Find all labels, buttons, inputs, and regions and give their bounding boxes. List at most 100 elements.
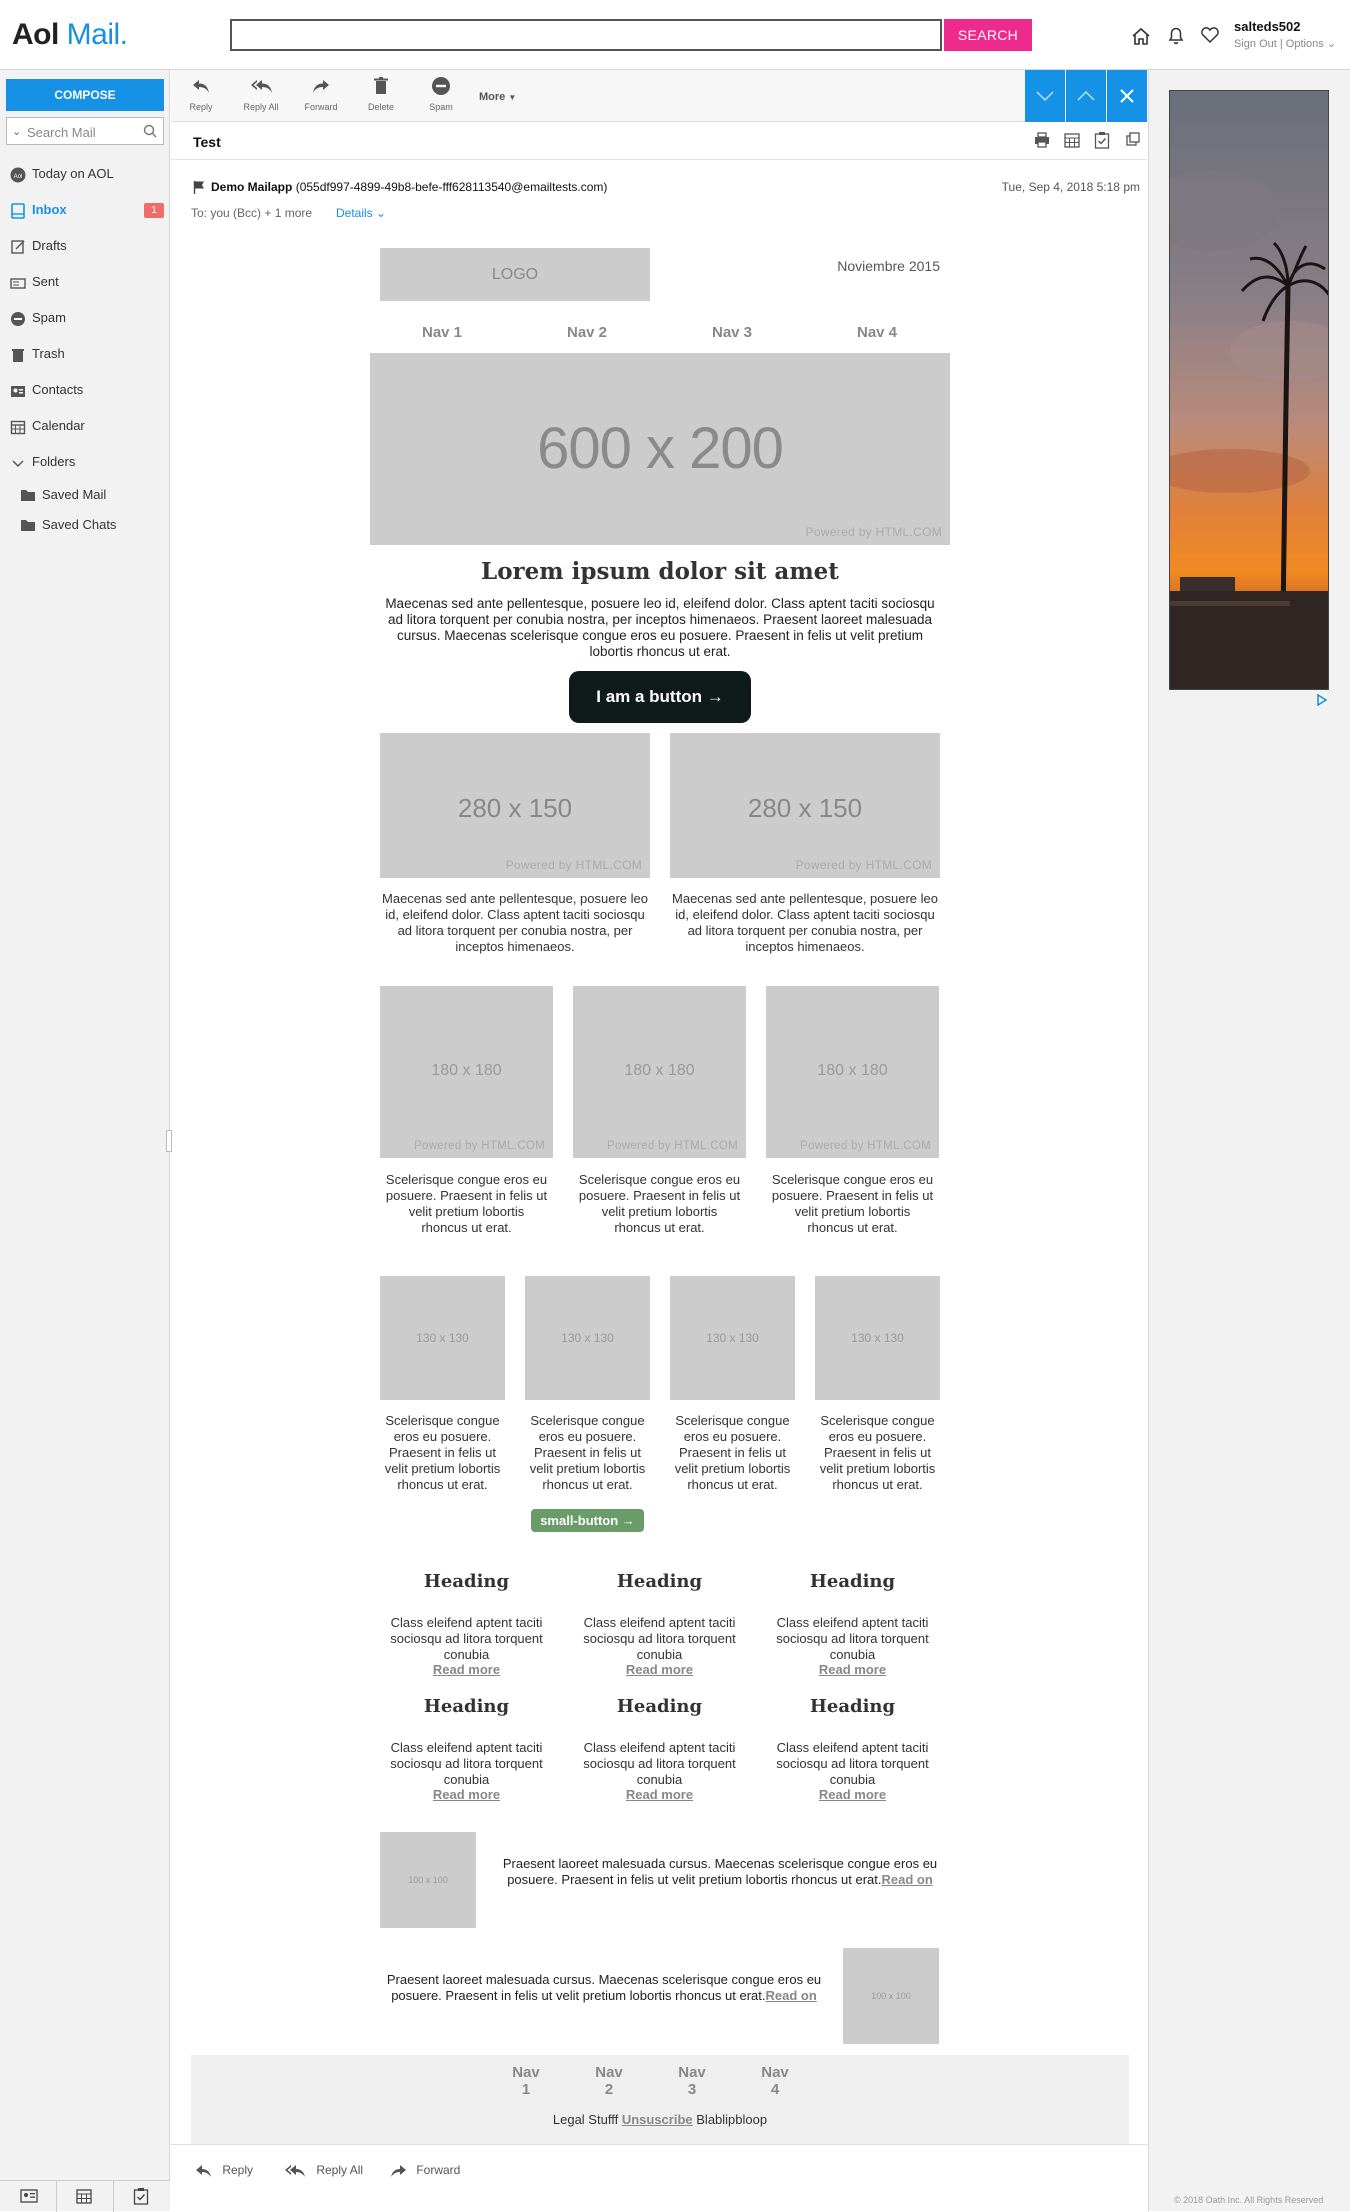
next-message-button[interactable] xyxy=(1025,70,1065,122)
popout-icon[interactable] xyxy=(1126,132,1140,146)
heart-icon[interactable] xyxy=(1200,26,1220,44)
read-more-link[interactable]: Read more xyxy=(380,1787,553,1803)
sidebar-item-spam[interactable]: Spam xyxy=(0,302,170,334)
email-nav-1[interactable]: Nav 1 xyxy=(400,324,484,341)
read-more-link[interactable]: Read more xyxy=(766,1662,939,1678)
sidebar-item-inbox[interactable]: Inbox 1 xyxy=(0,194,170,226)
username: salteds502 xyxy=(1234,19,1301,34)
image-placeholder-100x100: 100 x 100 xyxy=(380,1832,476,1928)
contacts-icon[interactable] xyxy=(20,2189,38,2203)
side-text: Praesent laoreet malesuada cursus. Maece… xyxy=(386,1972,822,2003)
tasks-icon[interactable] xyxy=(133,2187,149,2205)
email-title: Lorem ipsum dolor sit amet xyxy=(481,558,839,585)
bottom-reply-all-button[interactable]: Reply All xyxy=(285,2163,363,2179)
chevron-down-icon: ⌄ xyxy=(1326,38,1336,50)
spam-button[interactable]: Spam xyxy=(416,76,466,112)
footer-nav-4[interactable]: Nav 4 xyxy=(755,2064,795,2098)
heading-text: Class eleifend aptent taciti sociosqu ad… xyxy=(583,1740,736,1787)
bell-icon[interactable] xyxy=(1166,25,1186,45)
reply-button[interactable]: Reply xyxy=(176,76,226,112)
primary-cta-button[interactable]: I am a button → xyxy=(569,671,751,723)
calendar-icon[interactable] xyxy=(76,2188,92,2204)
email-nav-4[interactable]: Nav 4 xyxy=(835,324,919,341)
sidebar-item-calendar[interactable]: Calendar xyxy=(0,410,170,442)
previous-message-button[interactable] xyxy=(1066,70,1106,122)
image-placeholder-180x180: 180 x 180 Powered by HTML.COM xyxy=(766,986,939,1158)
section-heading: Heading xyxy=(616,1571,703,1592)
folder-item-saved-mail[interactable]: Saved Mail xyxy=(0,479,170,511)
message-nav-arrows xyxy=(1025,70,1147,122)
footer-nav-2[interactable]: Nav 2 xyxy=(589,2064,629,2098)
bottom-reply-button[interactable]: Reply xyxy=(195,2163,253,2179)
email-nav-2[interactable]: Nav 2 xyxy=(545,324,629,341)
read-more-link[interactable]: Read more xyxy=(573,1787,746,1803)
sidebar-item-drafts[interactable]: Drafts xyxy=(0,230,170,262)
adchoices-icon[interactable] xyxy=(1316,694,1328,706)
message-recipients: To: you (Bcc) + 1 more xyxy=(191,206,313,220)
three-col-text: Scelerisque congue eros eu posuere. Prae… xyxy=(385,1172,548,1235)
sidebar-search[interactable]: ⌄ Search Mail xyxy=(6,117,164,145)
footer-nav-3[interactable]: Nav 3 xyxy=(672,2064,712,2098)
caret-down-icon: ▼ xyxy=(508,93,517,102)
task-icon[interactable] xyxy=(1094,131,1110,149)
sign-out-link[interactable]: Sign Out xyxy=(1234,38,1277,50)
read-more-link[interactable]: Read more xyxy=(573,1662,746,1678)
image-placeholder-100x100: 100 x 100 xyxy=(843,1948,939,2044)
flag-icon[interactable] xyxy=(193,180,205,194)
image-placeholder-130x130: 130 x 130 xyxy=(380,1276,505,1400)
more-menu-button[interactable]: More ▼ xyxy=(479,91,516,103)
sidebar-item-trash[interactable]: Trash xyxy=(0,338,170,370)
bottom-forward-button[interactable]: Forward xyxy=(389,2163,460,2179)
details-link[interactable]: Details ⌄ xyxy=(336,206,386,220)
bottom-reply-bar: Reply Reply All Forward xyxy=(171,2144,1147,2211)
image-placeholder-130x130: 130 x 130 xyxy=(815,1276,940,1400)
contacts-icon xyxy=(10,383,26,399)
print-icon[interactable] xyxy=(1034,132,1050,148)
spam-icon xyxy=(431,76,451,96)
subject-bar: Test xyxy=(171,122,1147,160)
email-nav-3[interactable]: Nav 3 xyxy=(690,324,774,341)
reply-all-button[interactable]: Reply All xyxy=(236,76,286,112)
delete-button[interactable]: Delete xyxy=(356,76,406,112)
advertisement-image[interactable] xyxy=(1169,90,1329,690)
compose-button[interactable]: COMPOSE xyxy=(6,79,164,111)
sidebar-item-folders[interactable]: Folders xyxy=(0,446,170,478)
read-more-link[interactable]: Read more xyxy=(380,1662,553,1678)
search-icon[interactable] xyxy=(143,124,157,138)
email-date: Noviembre 2015 xyxy=(837,258,940,274)
search-button[interactable]: SEARCH xyxy=(944,19,1032,51)
chevron-down-icon[interactable]: ⌄ xyxy=(12,125,21,138)
calendar-icon[interactable] xyxy=(1064,132,1080,148)
read-on-link[interactable]: Read on xyxy=(766,1988,817,2003)
section-heading: Heading xyxy=(423,1571,510,1592)
footer-nav-1[interactable]: Nav 1 xyxy=(506,2064,546,2098)
three-col-text: Scelerisque congue eros eu posuere. Prae… xyxy=(578,1172,741,1235)
read-more-link[interactable]: Read more xyxy=(766,1787,939,1803)
heading-text: Class eleifend aptent taciti sociosqu ad… xyxy=(776,1740,929,1787)
unsubscribe-link[interactable]: Unsuscribe xyxy=(622,2112,693,2127)
message-from: Demo Mailapp (055df997-4899-49b8-befe-ff… xyxy=(211,180,607,194)
read-on-link[interactable]: Read on xyxy=(882,1872,933,1887)
section-heading: Heading xyxy=(809,1696,896,1717)
message-subject: Test xyxy=(193,134,221,150)
sidebar-item-contacts[interactable]: Contacts xyxy=(0,374,170,406)
four-col-text: Scelerisque congue eros eu posuere. Prae… xyxy=(384,1413,501,1492)
options-link[interactable]: Options xyxy=(1286,38,1324,50)
calendar-icon xyxy=(10,419,26,435)
close-message-button[interactable] xyxy=(1107,70,1147,122)
sidebar-item-sent[interactable]: Sent xyxy=(0,266,170,298)
folder-item-saved-chats[interactable]: Saved Chats xyxy=(0,509,170,541)
divider xyxy=(56,2181,57,2212)
search-input[interactable] xyxy=(230,19,942,51)
image-placeholder-280x150: 280 x 150 Powered by HTML.COM xyxy=(380,733,650,878)
forward-button[interactable]: Forward xyxy=(296,76,346,112)
two-col-text: Maecenas sed ante pellentesque, posuere … xyxy=(672,891,938,954)
resize-handle[interactable] xyxy=(166,1130,172,1152)
small-button[interactable]: small-button → xyxy=(531,1509,644,1532)
sidebar-item-today-on-aol[interactable]: Aol Today on AOL xyxy=(0,158,170,190)
sender-name[interactable]: Demo Mailapp xyxy=(211,180,292,194)
trash-icon xyxy=(371,76,391,96)
three-col-text: Scelerisque congue eros eu posuere. Prae… xyxy=(771,1172,934,1235)
home-icon[interactable] xyxy=(1131,26,1151,46)
aol-mail-logo[interactable]: Aol Mail. xyxy=(12,18,128,52)
